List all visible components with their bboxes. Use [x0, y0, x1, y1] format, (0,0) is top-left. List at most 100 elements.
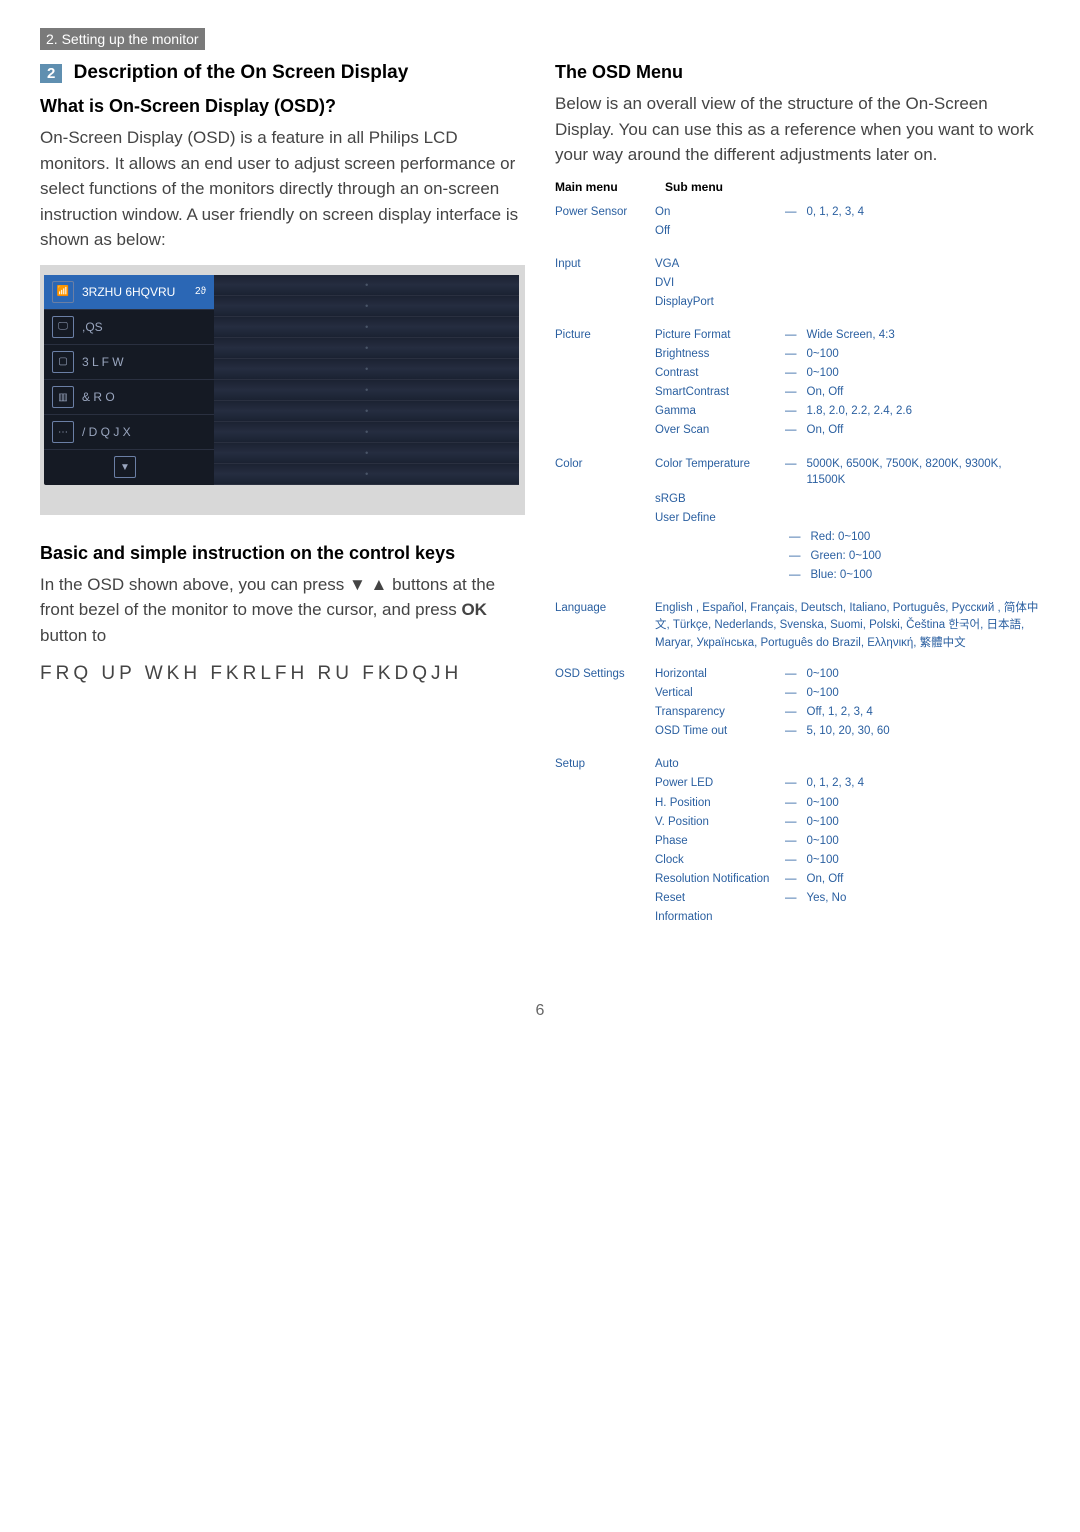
heading-what-is-osd: What is On-Screen Display (OSD)?	[40, 96, 525, 117]
sub-menu-item: H. Position—0~100	[655, 795, 1040, 811]
sub-menu-label: Color Temperature	[655, 456, 775, 472]
sub-menu-value: 0~100	[807, 685, 839, 701]
sub-menu-value: 5, 10, 20, 30, 60	[807, 723, 890, 739]
sub-menu-label: Picture Format	[655, 327, 775, 343]
sub-menu-item: Picture Format—Wide Screen, 4:3	[655, 327, 1040, 343]
sub-menu-item: Transparency—Off, 1, 2, 3, 4	[655, 704, 1040, 720]
osd-row-icon: ⋯	[52, 421, 74, 443]
sub-menu-item: Clock—0~100	[655, 852, 1040, 868]
sub-menu-value: 0~100	[807, 852, 839, 868]
sub-menu-item: Brightness—0~100	[655, 346, 1040, 362]
osd-row-icon: 🖵	[52, 316, 74, 338]
sub-menu-value: 5000K, 6500K, 7500K, 8200K, 9300K, 11500…	[807, 456, 1041, 488]
scrambled-text-line: FRQ UP WKH FKRLFH RU FKDQJH	[40, 660, 525, 689]
sub-menu-value: 0~100	[807, 814, 839, 830]
sub-menu-value: On, Off	[807, 871, 844, 887]
sub-menu-item: DisplayPort	[655, 294, 1040, 310]
sub-menu-label: VGA	[655, 256, 775, 272]
sub-menu-value: 0, 1, 2, 3, 4	[807, 775, 865, 791]
tree-section: SetupAuto Power LED—0, 1, 2, 3, 4 H. Posit…	[555, 756, 1040, 928]
paragraph-instruction: In the OSD shown above, you can press ▼ …	[40, 572, 525, 649]
sub-menu-item: Reset—Yes, No	[655, 890, 1040, 906]
paragraph-osd-menu-intro: Below is an overall view of the structur…	[555, 91, 1040, 168]
badge-number-2: 2	[40, 64, 62, 83]
tree-section: LanguageEnglish , Español, Français, Deu…	[555, 600, 1040, 652]
sub-menu-label: Contrast	[655, 365, 775, 381]
col-header-main-menu: Main menu	[555, 180, 665, 194]
sub-menu-child: —Blue: 0~100	[655, 567, 1040, 583]
sub-menu-value: On, Off	[807, 384, 844, 400]
sub-menu-label: Gamma	[655, 403, 775, 419]
sub-menu-item: Auto	[655, 756, 1040, 772]
osd-menu-row: ▼	[44, 450, 214, 484]
osd-row-icon: 📶	[52, 281, 74, 303]
main-menu-label: Language	[555, 600, 655, 614]
sub-menu-value: Wide Screen, 4:3	[807, 327, 895, 343]
tree-section: ColorColor Temperature—5000K, 6500K, 750…	[555, 456, 1040, 587]
heading-osd-menu: The OSD Menu	[555, 62, 1040, 83]
osd-row-label: & R O	[82, 390, 115, 404]
sub-menu-label: Information	[655, 909, 775, 925]
tree-section: OSD SettingsHorizontal—0~100 Vertical—0~1…	[555, 666, 1040, 742]
sub-menu-label: Off	[655, 223, 775, 239]
sub-menu-label: Over Scan	[655, 422, 775, 438]
sub-menu-label: Auto	[655, 756, 775, 772]
osd-row-label: 3RZHU 6HQVRU	[82, 285, 175, 299]
sub-menu-item: V. Position—0~100	[655, 814, 1040, 830]
sub-menu-item: Horizontal—0~100	[655, 666, 1040, 682]
paragraph-osd-intro: On-Screen Display (OSD) is a feature in …	[40, 125, 525, 253]
sub-menu-label: Brightness	[655, 346, 775, 362]
sub-menu-item: On—0, 1, 2, 3, 4	[655, 204, 1040, 220]
sub-menu-value: 0~100	[807, 346, 839, 362]
sub-menu-value: Off, 1, 2, 3, 4	[807, 704, 873, 720]
sub-menu-label: OSD Time out	[655, 723, 775, 739]
sub-menu-item: Resolution Notification—On, Off	[655, 871, 1040, 887]
language-list: English , Español, Français, Deutsch, It…	[655, 600, 1040, 652]
main-menu-label: OSD Settings	[555, 666, 655, 680]
heading-basic-instruction: Basic and simple instruction on the cont…	[40, 543, 525, 564]
col-header-sub-menu: Sub menu	[665, 180, 723, 194]
sub-menu-label: DVI	[655, 275, 775, 291]
heading-text: Description of the On Screen Display	[74, 62, 409, 83]
sub-menu-label: SmartContrast	[655, 384, 775, 400]
sub-menu-label: Clock	[655, 852, 775, 868]
main-menu-label: Power Sensor	[555, 204, 655, 218]
osd-menu-row: 🖵,QS	[44, 310, 214, 345]
osd-menu-tree: Main menu Sub menu Power SensorOn—0, 1, …	[555, 180, 1040, 943]
sub-menu-label: V. Position	[655, 814, 775, 830]
sub-menu-value: 0~100	[807, 365, 839, 381]
sub-menu-item: Color Temperature—5000K, 6500K, 7500K, 8…	[655, 456, 1040, 488]
sub-menu-value: 0~100	[807, 795, 839, 811]
main-menu-label: Color	[555, 456, 655, 470]
main-menu-label: Setup	[555, 756, 655, 770]
osd-menu-row: ⋯ / D Q J X	[44, 415, 214, 450]
sub-menu-label: Horizontal	[655, 666, 775, 682]
sub-menu-label: Transparency	[655, 704, 775, 720]
sub-menu-label: DisplayPort	[655, 294, 775, 310]
sub-menu-item: SmartContrast—On, Off	[655, 384, 1040, 400]
sub-menu-value: 1.8, 2.0, 2.2, 2.4, 2.6	[807, 403, 913, 419]
tree-section: PicturePicture Format—Wide Screen, 4:3 Br…	[555, 327, 1040, 442]
sub-menu-item: VGA	[655, 256, 1040, 272]
sub-menu-item: Vertical—0~100	[655, 685, 1040, 701]
sub-menu-item: Over Scan—On, Off	[655, 422, 1040, 438]
sub-menu-value: 0, 1, 2, 3, 4	[807, 204, 865, 220]
sub-menu-label: On	[655, 204, 775, 220]
section-header: 2. Setting up the monitor	[40, 28, 205, 50]
osd-row-label: / D Q J X	[82, 425, 131, 439]
sub-menu-value: Yes, No	[807, 890, 847, 906]
sub-menu-label: Phase	[655, 833, 775, 849]
osd-menu-row: ▢3 L F W	[44, 345, 214, 380]
tree-section: Power SensorOn—0, 1, 2, 3, 4 Off	[555, 204, 1040, 242]
sub-menu-value: On, Off	[807, 422, 844, 438]
osd-row-icon: ▥	[52, 386, 74, 408]
osd-row-label: 3 L F W	[82, 355, 124, 369]
osd-menu-row: ▥ & R O	[44, 380, 214, 415]
main-menu-label: Input	[555, 256, 655, 270]
sub-menu-item: sRGB	[655, 491, 1040, 507]
sub-menu-item: Phase—0~100	[655, 833, 1040, 849]
osd-row-icon: ▼	[114, 456, 136, 478]
sub-menu-label: Reset	[655, 890, 775, 906]
sub-menu-item: Power LED—0, 1, 2, 3, 4	[655, 775, 1040, 791]
main-menu-label: Picture	[555, 327, 655, 341]
